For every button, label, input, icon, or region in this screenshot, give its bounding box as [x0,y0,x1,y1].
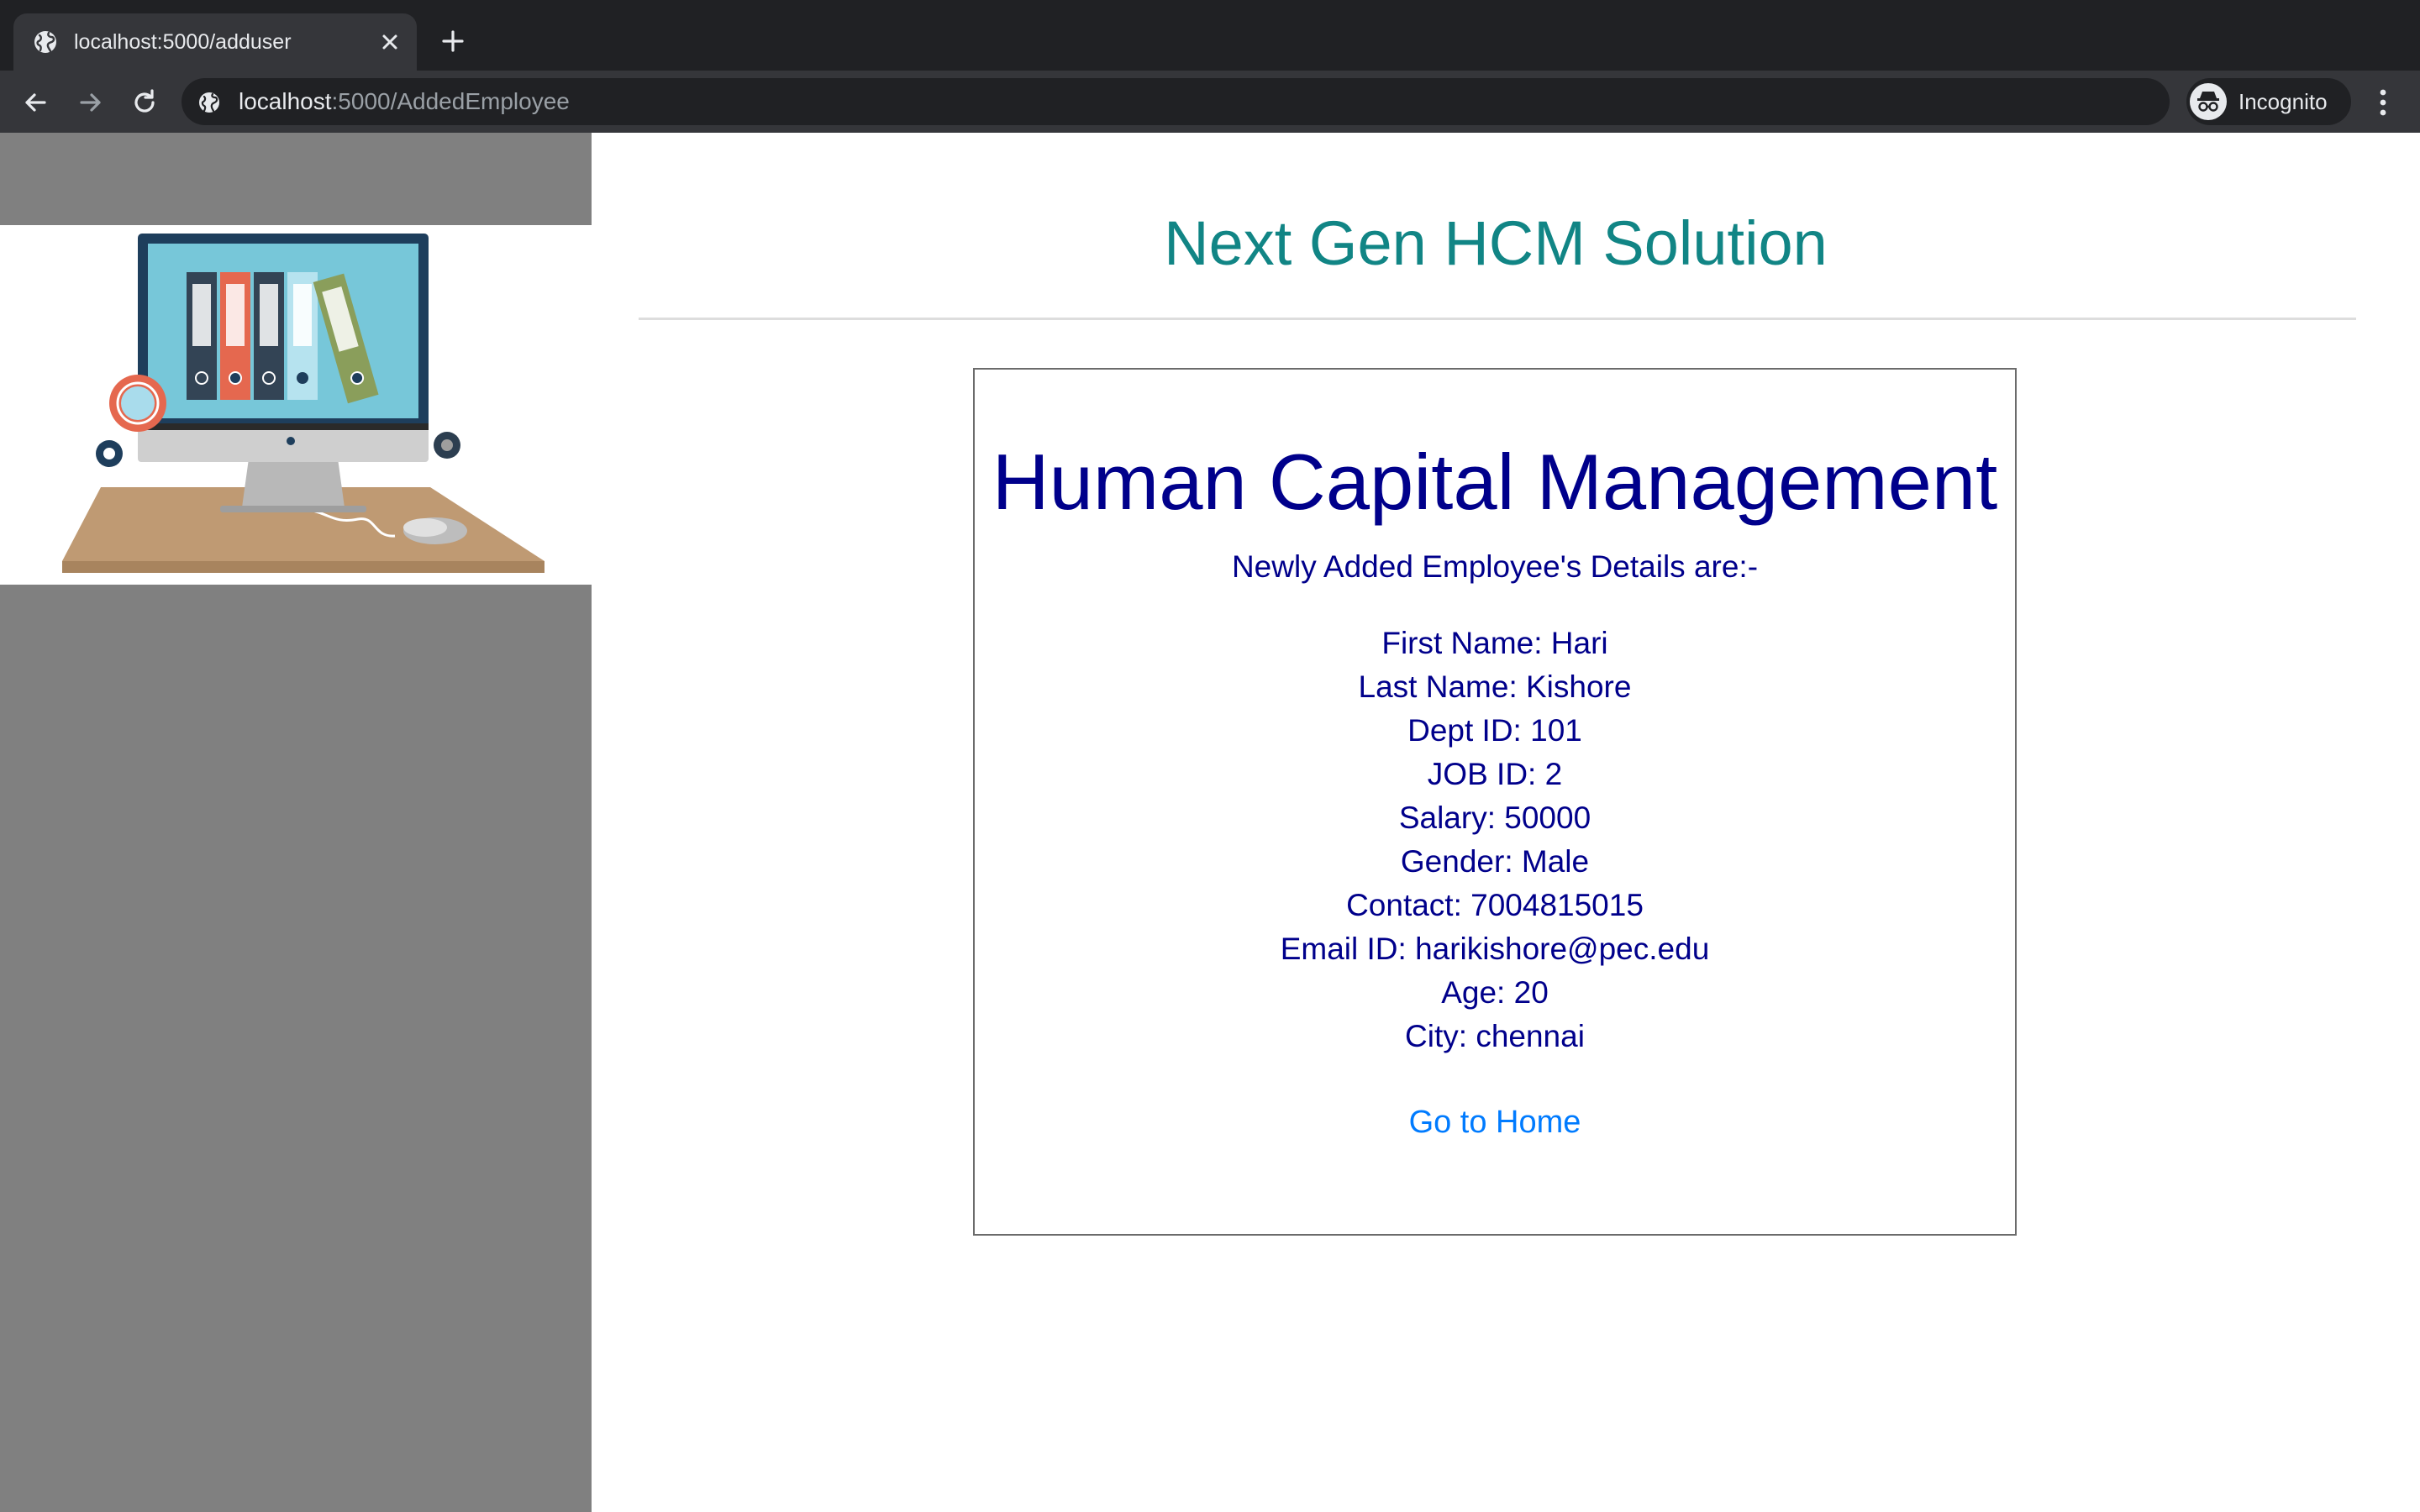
detail-first-name: First Name: Hari [1381,626,1608,660]
browser-toolbar: localhost:5000/AddedEmployee Incognito [0,71,2420,133]
address-bar[interactable]: localhost:5000/AddedEmployee [182,78,2170,125]
detail-email: Email ID: harikishore@pec.edu [1280,932,1710,966]
detail-contact: Contact: 7004815015 [1346,888,1644,922]
tab-title: localhost:5000/adduser [74,30,292,54]
url-host: localhost [239,88,332,114]
card-subtitle: Newly Added Employee's Details are:- [1231,549,1759,584]
globe-icon [34,31,56,53]
detail-salary: Salary: 50000 [1398,801,1591,835]
browser-tab-strip: localhost:5000/adduser [0,0,2420,71]
detail-dept-id: Dept ID: 101 [1407,713,1582,748]
reload-icon[interactable] [129,87,160,118]
url-text: localhost:5000/AddedEmployee [239,88,570,115]
go-to-home-link[interactable]: Go to Home [975,1102,2015,1142]
url-path: :5000/AddedEmployee [331,88,570,114]
employee-details-list: First Name: Hari Last Name: Kishore Dept… [975,622,2015,1058]
site-info-icon[interactable] [197,90,222,115]
incognito-icon [2190,83,2227,120]
forward-arrow-icon[interactable] [76,87,106,118]
profile-button[interactable]: Incognito [2186,78,2351,125]
back-arrow-icon[interactable] [20,87,50,118]
detail-age: Age: 20 [1441,975,1549,1010]
browser-tab[interactable]: localhost:5000/adduser [13,13,417,71]
detail-job-id: JOB ID: 2 [1427,757,1563,791]
kebab-menu-icon[interactable] [2368,86,2398,119]
profile-label: Incognito [2238,89,2328,114]
plus-icon[interactable] [437,25,469,57]
detail-gender: Gender: Male [1400,844,1590,879]
computer-illustration [0,225,592,585]
detail-city: City: chennai [1405,1019,1585,1053]
page-content: Next Gen HCM Solution Human Capital Mana… [0,133,2420,1512]
detail-last-name: Last Name: Kishore [1358,669,1632,704]
card-title: Human Capital Management [992,438,1998,526]
close-icon[interactable] [376,29,403,55]
employee-details-card: Human Capital Management Newly Added Emp… [973,368,2017,1236]
site-title: Next Gen HCM Solution [1164,208,1828,278]
sidebar [0,133,592,1512]
header-divider [639,318,2356,320]
